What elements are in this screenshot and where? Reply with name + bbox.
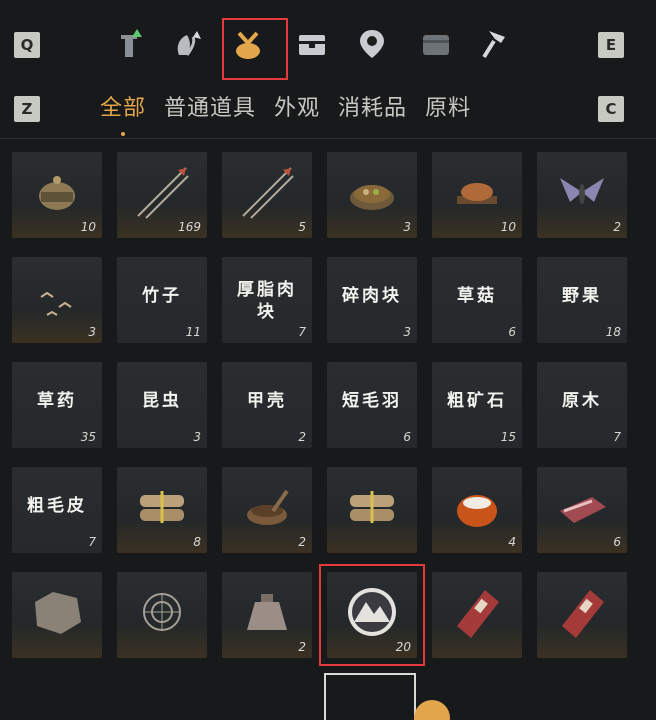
inventory-slot[interactable]: 2 [537, 152, 627, 238]
inventory-slot[interactable]: 草药 35 [12, 362, 102, 448]
inventory-slot[interactable]: 昆虫 3 [117, 362, 207, 448]
item-name: 草菇 [457, 286, 497, 306]
item-count: 35 [80, 430, 96, 444]
item-name: 短毛羽 [342, 391, 402, 411]
item-name: 野果 [562, 286, 602, 306]
item-count: 8 [193, 535, 201, 549]
item-count: 10 [80, 220, 96, 234]
item-name: 甲壳 [247, 391, 287, 411]
item-count: 6 [613, 535, 621, 549]
inventory-slot[interactable]: 3 [327, 152, 417, 238]
item-count: 3 [403, 325, 411, 339]
tower-icon[interactable] [105, 20, 153, 68]
bag-icon[interactable] [412, 20, 460, 68]
item-count: 7 [298, 325, 306, 339]
inventory-slot[interactable]: 4 [432, 467, 522, 553]
item-count: 6 [508, 325, 516, 339]
item-count: 6 [403, 430, 411, 444]
item-name: 粗矿石 [447, 391, 507, 411]
inventory-slot[interactable]: 2 [222, 467, 312, 553]
item-name: 竹子 [142, 286, 182, 306]
inventory-slot[interactable]: 10 [12, 152, 102, 238]
item-count: 11 [185, 325, 201, 339]
item-count: 15 [500, 430, 516, 444]
item-count: 18 [605, 325, 621, 339]
inventory-slot[interactable]: 竹子 11 [117, 257, 207, 343]
chest-icon[interactable] [288, 20, 336, 68]
category-bar [100, 20, 550, 70]
bottom-slot-outline[interactable] [324, 673, 416, 720]
lotus-arrow-icon[interactable] [164, 20, 212, 68]
item-count: 10 [500, 220, 516, 234]
item-name: 厚脂肉块 [237, 280, 297, 322]
item-count: 3 [88, 325, 96, 339]
key-e-hint[interactable]: E [598, 32, 624, 58]
inventory-slot[interactable]: 169 [117, 152, 207, 238]
selected-slot-highlight [319, 564, 425, 666]
item-count: 2 [298, 640, 306, 654]
inventory-slot[interactable]: 原木 7 [537, 362, 627, 448]
item-count: 2 [298, 430, 306, 444]
item-count: 7 [88, 535, 96, 549]
inventory-slot[interactable]: 10 [432, 152, 522, 238]
inventory-slot[interactable]: 短毛羽 6 [327, 362, 417, 448]
tab-materials[interactable]: 原料 [425, 90, 471, 126]
inventory-slot[interactable]: 5 [222, 152, 312, 238]
inventory-slot[interactable] [537, 572, 627, 658]
inventory-slot[interactable]: 野果 18 [537, 257, 627, 343]
tab-all[interactable]: 全部 [100, 90, 146, 126]
inventory-slot[interactable] [117, 572, 207, 658]
inventory-slot[interactable]: 6 [537, 467, 627, 553]
item-name: 草药 [37, 391, 77, 411]
item-count: 3 [403, 220, 411, 234]
key-z-hint[interactable]: Z [14, 96, 40, 122]
item-name: 原木 [562, 391, 602, 411]
item-count: 169 [178, 220, 201, 234]
key-q-hint[interactable]: Q [14, 32, 40, 58]
item-count: 2 [298, 535, 306, 549]
item-count: 2 [613, 220, 621, 234]
key-c-hint[interactable]: C [598, 96, 624, 122]
tab-consumables[interactable]: 消耗品 [338, 90, 407, 126]
map-pin-icon[interactable] [348, 20, 396, 68]
inventory-slot[interactable]: 厚脂肉块 7 [222, 257, 312, 343]
inventory-slot[interactable] [12, 572, 102, 658]
inventory-slot[interactable]: 2 [222, 572, 312, 658]
tab-common-items[interactable]: 普通道具 [164, 90, 256, 126]
hammer-icon[interactable] [472, 20, 520, 68]
inventory-slot[interactable]: 8 [117, 467, 207, 553]
filter-tabs: 全部 普通道具 外观 消耗品 原料 [100, 90, 471, 126]
inventory-slot[interactable]: 3 [12, 257, 102, 343]
inventory-slot[interactable]: 粗矿石 15 [432, 362, 522, 448]
tab-appearance[interactable]: 外观 [274, 90, 320, 126]
inventory-slot[interactable]: 草菇 6 [432, 257, 522, 343]
item-count: 7 [613, 430, 621, 444]
inventory-slot[interactable]: 粗毛皮 7 [12, 467, 102, 553]
bottom-orb-icon [414, 700, 450, 720]
inventory-slot[interactable]: 碎肉块 3 [327, 257, 417, 343]
inventory-slot[interactable]: 甲壳 2 [222, 362, 312, 448]
item-count: 5 [298, 220, 306, 234]
item-count: 4 [508, 535, 516, 549]
header-divider [0, 138, 656, 139]
inventory-slot[interactable] [432, 572, 522, 658]
item-name: 粗毛皮 [27, 496, 87, 516]
item-name: 昆虫 [142, 391, 182, 411]
item-name: 碎肉块 [342, 286, 402, 306]
category-selection-highlight [222, 18, 288, 80]
inventory-slot[interactable] [327, 467, 417, 553]
item-count: 3 [193, 430, 201, 444]
